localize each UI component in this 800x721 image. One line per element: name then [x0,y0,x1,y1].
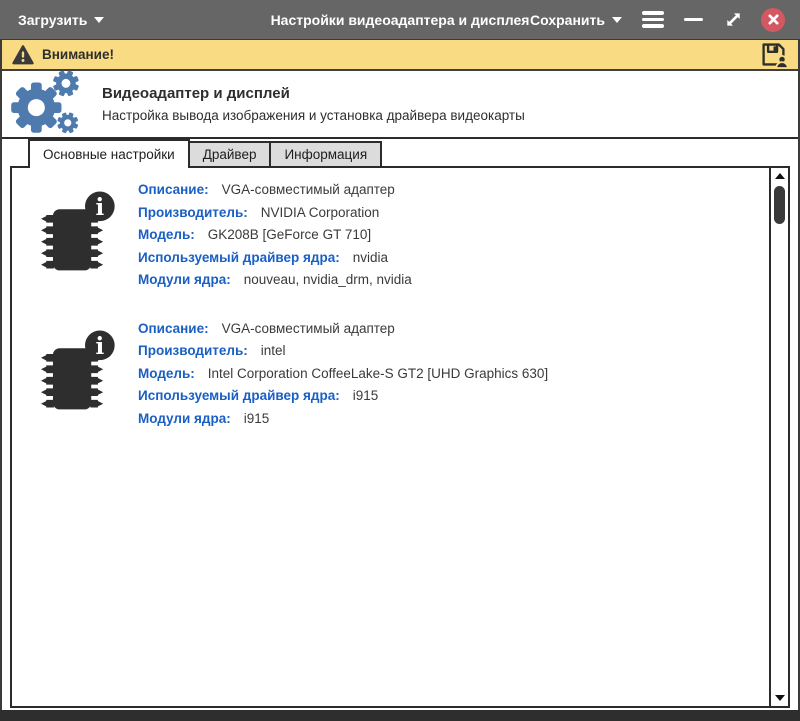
titlebar: Загрузить Настройки видеоадаптера и дисп… [0,0,800,40]
caret-down-icon [612,17,622,23]
menu-button[interactable] [638,5,668,35]
load-button[interactable]: Загрузить [12,8,110,32]
page-header: Видеоадаптер и дисплей Настройка вывода … [2,71,798,139]
scroll-up-button[interactable] [771,168,788,184]
field-vendor: Производитель: intel [138,343,763,358]
close-button[interactable] [758,5,788,35]
caret-down-icon [94,17,104,23]
tab-information[interactable]: Информация [269,141,382,168]
load-button-label: Загрузить [18,12,87,28]
tab-content-panel: i Описание: VGA-совместимый адаптер Прои… [10,166,790,708]
adapter-icon: i [30,180,138,287]
field-model: Модель: GK208B [GeForce GT 710] [138,227,763,242]
field-vendor: Производитель: NVIDIA Corporation [138,205,763,220]
titlebar-actions: Сохранить [524,5,788,35]
field-model: Модель: Intel Corporation CoffeeLake-S G… [138,366,763,381]
field-kernel-driver: Используемый драйвер ядра: nvidia [138,250,763,265]
field-kernel-driver: Используемый драйвер ядра: i915 [138,388,763,403]
page-subtitle: Настройка вывода изображения и установка… [102,108,525,123]
minimize-icon [684,18,703,22]
tab-basic-settings[interactable]: Основные настройки [28,139,190,168]
expand-button[interactable] [718,5,748,35]
scroll-down-button[interactable] [771,690,788,706]
save-floppy-icon[interactable] [759,41,788,68]
header-texts: Видеоадаптер и дисплей Настройка вывода … [102,85,525,123]
app-window: Загрузить Настройки видеоадаптера и дисп… [0,0,800,721]
window-body: Внимание! [0,40,800,710]
hamburger-icon [642,11,664,28]
svg-text:i: i [95,332,104,359]
info-badge-icon[interactable]: i [85,330,115,360]
warning-bar: Внимание! [2,40,798,71]
scrollbar-thumb[interactable] [774,186,785,224]
tab-bar: Основные настройки Драйвер Информация [28,139,798,168]
warning-triangle-icon [12,45,34,65]
field-description: Описание: VGA-совместимый адаптер [138,321,763,336]
tab-driver[interactable]: Драйвер [188,141,272,168]
close-icon [761,8,785,32]
adapter-list: i Описание: VGA-совместимый адаптер Прои… [12,168,769,706]
field-kernel-modules: Модули ядра: i915 [138,411,763,426]
vertical-scrollbar[interactable] [769,168,788,706]
info-badge-icon[interactable]: i [85,192,115,222]
page-title: Видеоадаптер и дисплей [102,85,525,102]
adapter-entry-intel: i Описание: VGA-совместимый адаптер Прои… [30,319,763,434]
triangle-up-icon [775,173,785,179]
gears-icon [8,69,88,139]
adapter-icon: i [30,319,138,426]
svg-text:i: i [95,194,104,221]
minimize-button[interactable] [678,5,708,35]
save-button-label: Сохранить [530,12,605,28]
save-button[interactable]: Сохранить [524,8,628,32]
field-description: Описание: VGA-совместимый адаптер [138,182,763,197]
field-kernel-modules: Модули ядра: nouveau, nvidia_drm, nvidia [138,272,763,287]
window-bottom-edge [0,710,800,721]
warning-text: Внимание! [42,47,114,62]
adapter-fields: Описание: VGA-совместимый адаптер Произв… [138,319,763,434]
adapter-entry-nvidia: i Описание: VGA-совместимый адаптер Прои… [30,180,763,295]
adapter-fields: Описание: VGA-совместимый адаптер Произв… [138,180,763,295]
expand-icon [724,10,743,29]
triangle-down-icon [775,695,785,701]
